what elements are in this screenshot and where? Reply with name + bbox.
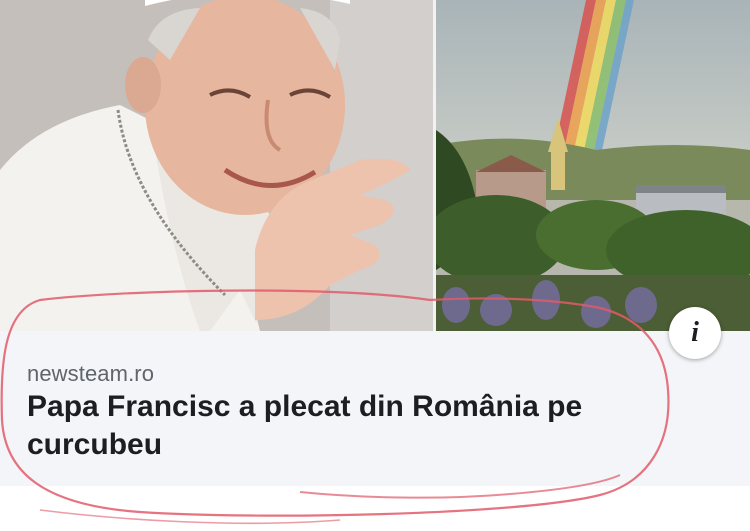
link-headline[interactable]: Papa Francisc a plecat din România pe cu… bbox=[27, 388, 667, 464]
rainbow-illustration bbox=[436, 0, 750, 331]
info-icon: i bbox=[691, 317, 699, 348]
pope-illustration bbox=[0, 0, 433, 331]
link-preview-images[interactable] bbox=[0, 0, 750, 331]
pope-waving-photo bbox=[0, 0, 433, 331]
link-source-domain: newsteam.ro bbox=[27, 361, 155, 386]
link-preview-post[interactable]: newsteam.ro Papa Francisc a plecat din R… bbox=[0, 0, 750, 531]
info-button[interactable]: i bbox=[669, 307, 721, 359]
rainbow-over-town-photo bbox=[436, 0, 750, 331]
